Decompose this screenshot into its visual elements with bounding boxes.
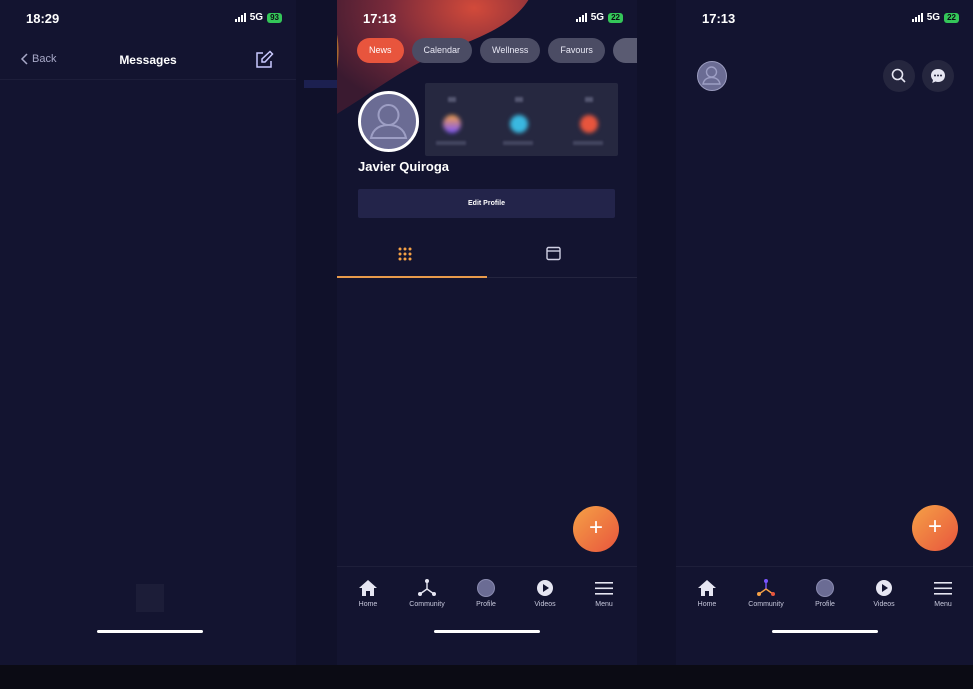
tab-home[interactable]: Home: [338, 579, 398, 608]
messages-nav-bar: Back Messages: [0, 44, 296, 80]
community-icon: [418, 579, 436, 596]
chat-button[interactable]: [922, 60, 954, 92]
tab-community[interactable]: Community: [736, 579, 796, 608]
home-screen: 17:13 5G 22 + Home Community Profile Vid…: [676, 0, 973, 665]
add-button[interactable]: +: [912, 505, 958, 551]
status-time: 18:29: [26, 11, 60, 26]
network-label: 5G: [926, 12, 941, 23]
edit-profile-button[interactable]: Edit Profile: [358, 189, 615, 218]
tab-home[interactable]: Home: [677, 579, 737, 608]
tab-label: Menu: [934, 601, 952, 608]
page-title: Messages: [119, 53, 177, 67]
status-bar: 17:13 5G 22: [337, 0, 637, 36]
chip-favours[interactable]: Favours: [548, 38, 605, 63]
compose-icon: [256, 50, 274, 68]
tab-profile[interactable]: Profile: [795, 579, 855, 608]
battery-badge: 93: [267, 12, 282, 23]
tab-calendar[interactable]: [487, 236, 637, 278]
battery-badge: 22: [944, 12, 959, 23]
menu-icon: [595, 582, 613, 595]
search-icon: [891, 68, 906, 83]
tab-label: Profile: [815, 601, 835, 608]
grid-icon: [398, 247, 412, 261]
stat-item[interactable]: [495, 93, 545, 147]
bottom-band: [0, 665, 973, 689]
stat-item[interactable]: [428, 93, 478, 147]
status-bar: 17:13 5G 22: [676, 0, 973, 36]
bottom-tab-bar: Home Community Profile Videos Menu: [337, 566, 637, 626]
stat-item[interactable]: [565, 93, 615, 147]
gap-strip: [296, 0, 337, 665]
home-icon: [359, 580, 377, 596]
battery-badge: 22: [608, 12, 623, 23]
content-placeholder: [136, 584, 164, 612]
play-icon: [537, 580, 553, 596]
profile-tabs: [337, 236, 637, 278]
user-icon: [369, 104, 408, 139]
profile-screen: 17:13 5G 22 News Calendar Wellness Favou…: [337, 0, 637, 665]
chip-news[interactable]: News: [357, 38, 404, 63]
profile-avatar[interactable]: [697, 61, 727, 91]
home-indicator: [434, 630, 540, 633]
bottom-tab-bar: Home Community Profile Videos Menu: [676, 566, 973, 626]
status-bar: 18:29 5G 93: [0, 0, 296, 36]
tab-videos[interactable]: Videos: [854, 579, 914, 608]
network-label: 5G: [249, 12, 264, 23]
tab-menu[interactable]: Menu: [574, 579, 634, 608]
community-icon: [757, 579, 775, 596]
messages-screen: 18:29 5G 93 Back Messages: [0, 0, 296, 665]
tab-label: Videos: [873, 601, 895, 608]
chip-overflow[interactable]: [612, 38, 637, 63]
user-icon: [702, 66, 721, 85]
home-indicator: [772, 630, 878, 633]
calendar-icon: [546, 246, 561, 261]
signal-icon: [234, 13, 246, 22]
profile-avatar[interactable]: [358, 91, 419, 152]
tab-label: Menu: [595, 601, 613, 608]
home-icon: [698, 580, 716, 596]
tab-menu[interactable]: Menu: [913, 579, 973, 608]
search-button[interactable]: [883, 60, 915, 92]
category-chips: News Calendar Wellness Favours: [357, 38, 637, 63]
tab-videos[interactable]: Videos: [515, 579, 575, 608]
add-button[interactable]: +: [573, 506, 619, 552]
avatar-icon: [816, 579, 834, 597]
play-icon: [876, 580, 892, 596]
tab-community[interactable]: Community: [397, 579, 457, 608]
tab-label: Community: [748, 601, 784, 608]
profile-name: Javier Quiroga: [358, 159, 450, 174]
status-time: 17:13: [363, 11, 397, 26]
home-indicator: [97, 630, 203, 633]
gap-strip: [637, 0, 676, 665]
chat-icon: [931, 69, 945, 83]
compose-button[interactable]: [254, 50, 274, 75]
network-label: 5G: [590, 12, 605, 23]
chip-wellness[interactable]: Wellness: [480, 38, 541, 63]
tab-label: Profile: [476, 601, 496, 608]
tab-grid[interactable]: [337, 236, 487, 278]
menu-icon: [934, 582, 952, 595]
tab-label: Home: [358, 601, 378, 608]
profile-stats: [425, 83, 618, 156]
chip-calendar[interactable]: Calendar: [411, 38, 473, 63]
avatar-icon: [477, 579, 495, 597]
tab-label: Community: [409, 601, 445, 608]
signal-icon: [575, 13, 587, 22]
gap-mark: [304, 80, 337, 88]
tab-label: Videos: [534, 601, 556, 608]
tab-profile[interactable]: Profile: [456, 579, 516, 608]
status-time: 17:13: [702, 11, 736, 26]
signal-icon: [911, 13, 923, 22]
stage: 18:29 5G 93 Back Messages 17:13 5G 22 Ne…: [0, 0, 973, 689]
tab-label: Home: [697, 601, 717, 608]
